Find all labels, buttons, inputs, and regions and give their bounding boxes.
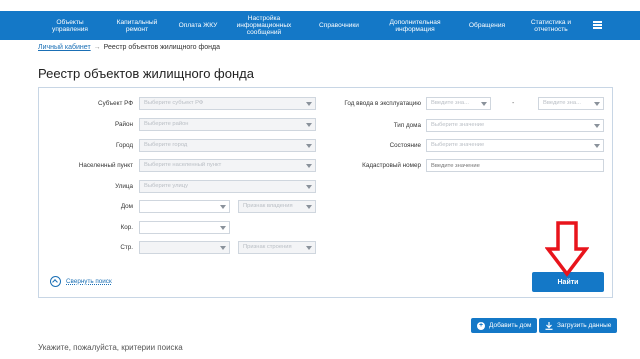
breadcrumb: Личный кабинет → Реестр объектов жилищного… (38, 44, 220, 51)
street-select[interactable]: Выберите улицу (139, 180, 316, 193)
building-type-select[interactable]: Признак строения (238, 241, 316, 254)
subject-select[interactable]: Выберите субъект РФ (139, 97, 316, 110)
breadcrumb-home-link[interactable]: Личный кабинет (38, 44, 91, 51)
house-select[interactable] (139, 200, 230, 213)
breadcrumb-arrow-icon: → (93, 44, 101, 51)
state-label: Состояние (389, 142, 421, 149)
settlement-select[interactable]: Выберите населенный пункт (139, 159, 316, 172)
nav-item-directories[interactable]: Справочники (310, 11, 368, 40)
house-type-select[interactable]: Выберите значение (426, 119, 604, 132)
chevron-down-icon (306, 185, 312, 189)
chevron-down-icon (306, 123, 312, 127)
building-label: Стр. (120, 244, 133, 251)
ownership-select[interactable]: Признак владения (238, 200, 316, 213)
district-label: Район (115, 121, 133, 128)
chevron-down-icon (306, 144, 312, 148)
chevron-down-icon (306, 246, 312, 250)
year-to-select[interactable]: Введите зна... (538, 97, 604, 110)
plus-icon: + (477, 321, 485, 330)
chevron-down-icon (481, 102, 487, 106)
house-type-label: Тип дома (393, 122, 421, 129)
chevron-down-icon (220, 226, 226, 230)
state-select[interactable]: Выберите значение (426, 139, 604, 152)
collapse-search-label: Свернуть поиск (66, 278, 112, 285)
top-strip (0, 0, 640, 11)
city-label: Город (115, 142, 133, 149)
red-arrow-icon (545, 221, 589, 277)
cadastral-input[interactable] (426, 159, 604, 172)
year-from-select[interactable]: Введите зна... (426, 97, 491, 110)
upload-data-button[interactable]: Загрузить данные (539, 318, 618, 333)
chevron-down-icon (594, 124, 600, 128)
settlement-label: Населенный пункт (78, 162, 133, 169)
chevron-down-icon (220, 205, 226, 209)
page-title: Реестр объектов жилищного фонда (38, 66, 254, 81)
year-range-dash: - (512, 100, 515, 107)
year-label: Год ввода в эксплуатацию (344, 100, 421, 107)
chevron-up-circle-icon (50, 276, 61, 287)
nav-item-additional-info[interactable]: Дополнительная информация (378, 11, 452, 40)
chevron-down-icon (306, 102, 312, 106)
cadastral-label: Кадастровый номер (362, 162, 421, 169)
chevron-down-icon (594, 102, 600, 106)
city-select[interactable]: Выберите город (139, 139, 316, 152)
search-criteria-hint: Укажите, пожалуйста, критерии поиска (38, 343, 183, 352)
korpus-select[interactable] (139, 221, 230, 234)
hamburger-icon[interactable] (593, 21, 602, 29)
nav-item-notification-settings[interactable]: Настройка информационных сообщений (228, 11, 300, 40)
house-label: Дом (120, 203, 133, 210)
street-label: Улица (115, 183, 133, 190)
korpus-label: Кор. (120, 224, 133, 231)
subject-label: Субъект РФ (98, 100, 133, 107)
chevron-down-icon (594, 144, 600, 148)
nav-item-management-objects[interactable]: Объекты управления (38, 11, 102, 40)
chevron-down-icon (306, 164, 312, 168)
collapse-search-toggle[interactable]: Свернуть поиск (50, 276, 112, 287)
add-house-button[interactable]: + Добавить дом (471, 318, 538, 333)
nav-item-capital-repair[interactable]: Капитальный ремонт (106, 11, 168, 40)
district-select[interactable]: Выберите район (139, 118, 316, 131)
chevron-down-icon (220, 246, 226, 250)
chevron-down-icon (306, 205, 312, 209)
nav-item-appeals[interactable]: Обращения (460, 11, 514, 40)
breadcrumb-current: Реестр объектов жилищного фонда (103, 44, 220, 51)
building-select[interactable] (139, 241, 230, 254)
nav-item-statistics[interactable]: Статистика и отчетность (520, 11, 582, 40)
nav-item-payment[interactable]: Оплата ЖКУ (170, 11, 226, 40)
download-icon (545, 321, 553, 330)
main-nav: Объекты управления Капитальный ремонт Оп… (0, 11, 640, 40)
